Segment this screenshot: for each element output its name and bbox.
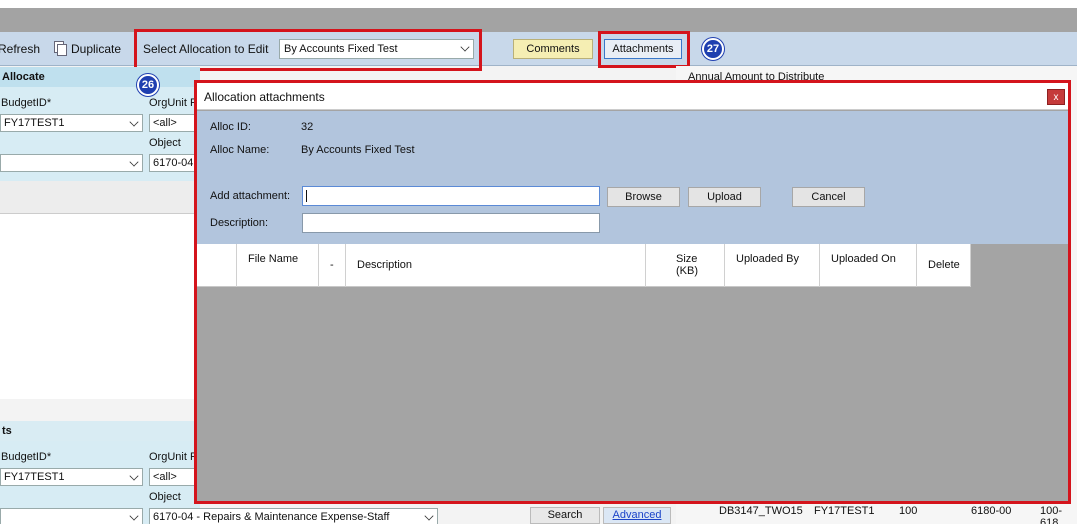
upload-button[interactable]: Upload [688,187,761,207]
column-header-uploaded-by[interactable]: Uploaded By [725,244,820,287]
search-button[interactable]: Search [530,507,600,524]
chevron-down-icon [460,42,470,52]
budget-id-select[interactable]: FY17TEST1 [0,114,143,132]
lower-orgunit-value: <all> [153,471,177,483]
table-cell: 100 [899,505,918,517]
table-cell: 100-618 [1040,505,1063,524]
chevron-down-icon [424,511,434,521]
chevron-down-icon [129,157,139,167]
column-header-dash[interactable]: - [319,244,346,287]
alloc-id-value: 32 [301,121,314,133]
object-value: 6170-04 [153,157,194,169]
orgunit-label: OrgUnit R [149,97,198,109]
description-input[interactable] [302,213,600,233]
attachment-file-input[interactable] [302,186,600,206]
allocate-list-area [0,213,200,399]
lower-object-label: Object [149,491,181,503]
column-header-delete[interactable]: Delete [917,244,971,287]
close-button[interactable]: x [1047,89,1065,105]
lower-budget-id-value: FY17TEST1 [4,471,65,483]
object-label: Object [149,137,181,149]
budget-id-label: BudgetID* [1,97,52,109]
column-header-file-name[interactable]: File Name [237,244,319,287]
table-cell: FY17TEST1 [814,505,875,517]
dialog-title: Allocation attachments [204,90,325,104]
table-cell: DB3147_TWO15 [719,505,803,517]
allocate-gray-strip [0,181,200,213]
lower-orgunit-select[interactable]: <all> [149,468,200,486]
column-header-size[interactable]: Size (KB) [646,244,725,287]
budget-id-value: FY17TEST1 [4,117,65,129]
orgunit-value: <all> [153,117,177,129]
orgunit-select[interactable]: <all> [149,114,200,132]
description-label: Description: [210,217,269,229]
top-strip [0,0,1077,8]
column-header-description[interactable]: Description [346,244,646,287]
advanced-button[interactable]: Advanced [603,507,671,524]
column-header-uploaded-on[interactable]: Uploaded On [820,244,917,287]
lower-section-header: ts [0,421,200,441]
dialog-form: Alloc ID: 32 Alloc Name: By Accounts Fix… [197,111,1068,244]
toolbar: Refresh Duplicate Select Allocation to E… [0,32,1077,66]
lower-object-select[interactable]: 6170-04 - Repairs & Maintenance Expense-… [149,508,438,524]
attachments-button[interactable]: Attachments [604,39,682,59]
select-allocation-value: By Accounts Fixed Test [284,43,398,55]
lower-secondary-select[interactable] [0,508,143,524]
attachments-table-header: File Name - Description Size (KB) Upload… [197,244,971,287]
lower-budget-id-select[interactable]: FY17TEST1 [0,468,143,486]
browse-button[interactable]: Browse [607,187,680,207]
add-attachment-label: Add attachment: [210,190,291,202]
duplicate-icon [54,41,67,56]
secondary-select[interactable] [0,154,143,172]
column-header-select [197,244,237,287]
attachments-table-body [197,287,1068,501]
allocate-section-title: Allocate [2,71,45,83]
select-allocation-dropdown[interactable]: By Accounts Fixed Test [279,39,474,59]
table-cell: 6180-00 [971,505,1012,517]
lower-object-value: 6170-04 - Repairs & Maintenance Expense-… [153,511,390,523]
chevron-down-icon [129,511,139,521]
duplicate-button[interactable]: Duplicate [71,42,121,56]
dialog-title-bar: Allocation attachments x [197,83,1068,110]
object-select[interactable]: 6170-04 [149,154,200,172]
alloc-id-label: Alloc ID: [210,121,251,133]
callout-badge-26: 26 [137,74,159,96]
chevron-down-icon [129,117,139,127]
annual-amount-label: Annual Amount to Distribute [688,71,825,83]
cancel-button[interactable]: Cancel [792,187,865,207]
allocation-attachments-dialog: Allocation attachments x Alloc ID: 32 Al… [197,83,1068,501]
chevron-down-icon [129,471,139,481]
alloc-name-label: Alloc Name: [210,144,270,156]
allocate-section-header: Allocate [0,67,200,87]
text-caret [306,190,307,202]
select-allocation-label: Select Allocation to Edit [143,42,269,56]
alloc-name-value: By Accounts Fixed Test [301,144,415,156]
lower-section-title: ts [2,425,12,437]
lower-orgunit-label: OrgUnit R [149,451,198,463]
lower-budget-id-label: BudgetID* [1,451,52,463]
callout-badge-27: 27 [702,38,724,60]
refresh-button[interactable]: Refresh [0,42,40,56]
app-header-bar [0,8,1077,32]
comments-button[interactable]: Comments [513,39,593,59]
